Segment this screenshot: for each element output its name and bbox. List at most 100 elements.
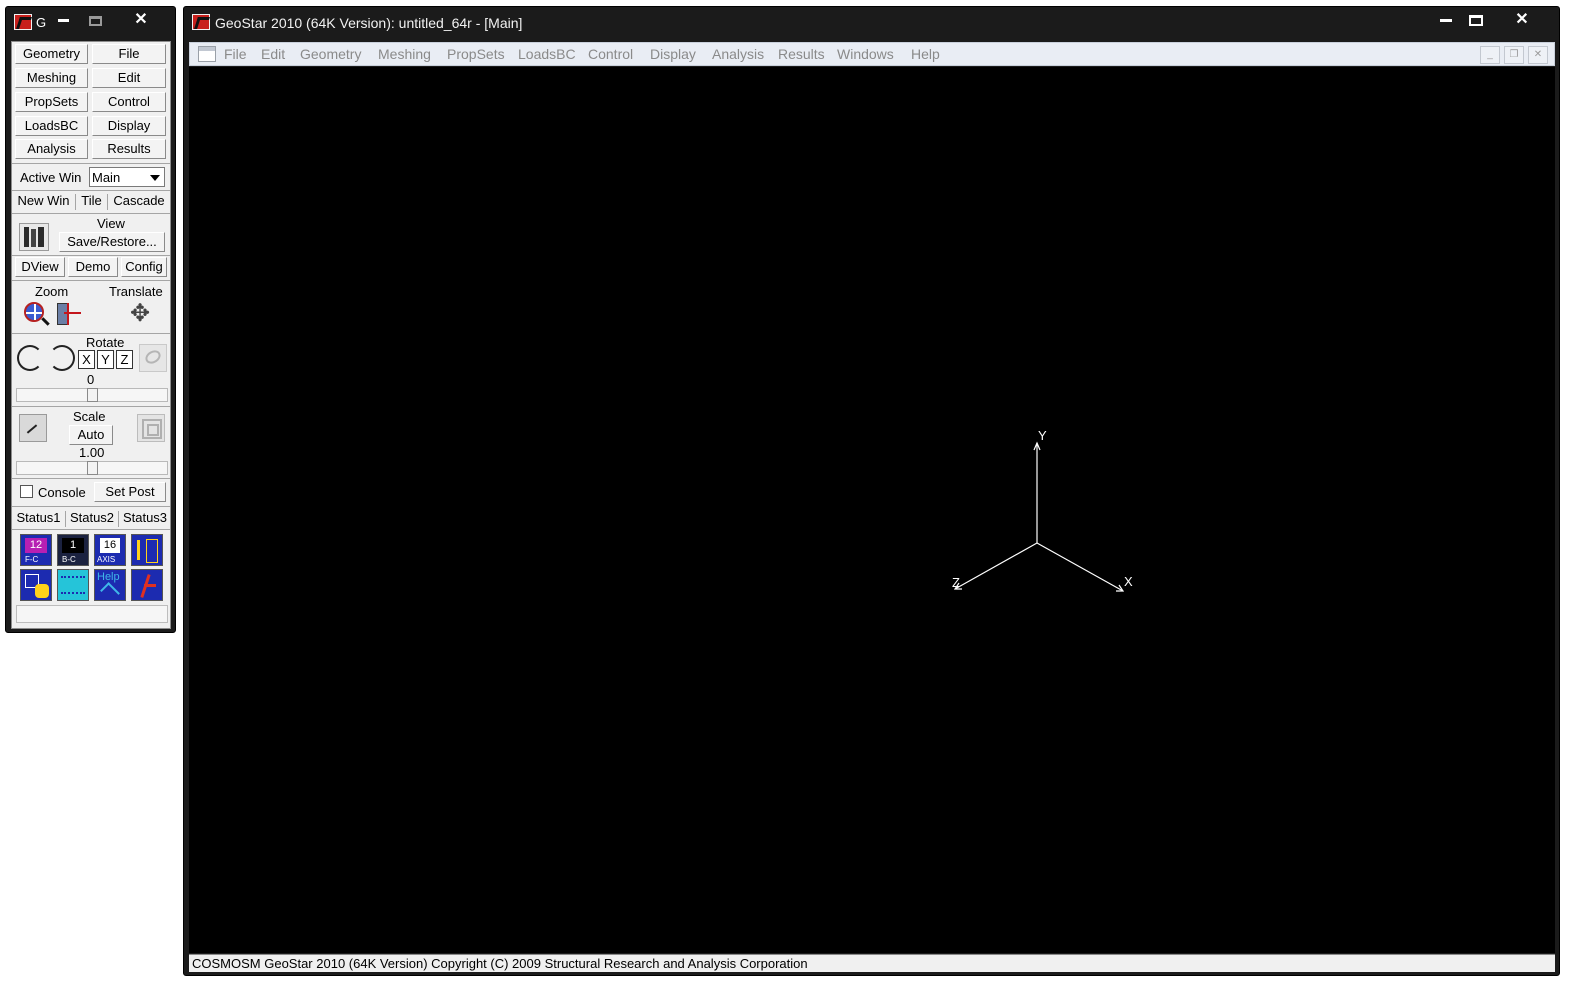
scale-down-icon[interactable] <box>137 414 165 442</box>
scale-up-icon[interactable] <box>19 414 47 442</box>
status1-button[interactable]: Status1 <box>13 509 64 529</box>
file-button[interactable]: File <box>92 44 166 64</box>
mdi-minimize-button[interactable]: _ <box>1480 46 1500 64</box>
menu-loadsbc[interactable]: LoadsBC <box>518 46 576 62</box>
axis-icon-label: 16 <box>100 538 120 553</box>
display-button[interactable]: Display <box>92 116 166 136</box>
menu-control[interactable]: Control <box>588 46 633 62</box>
set-post-button[interactable]: Set Post <box>94 482 166 502</box>
help-icon[interactable]: Help <box>94 569 126 602</box>
rotate-y-toggle[interactable]: Y <box>97 350 114 369</box>
divider <box>12 190 170 191</box>
mdi-close-button[interactable]: ✕ <box>1528 46 1548 64</box>
rotate-value: 0 <box>87 372 95 387</box>
restore-icon: ❐ <box>1509 49 1519 60</box>
minimize-button[interactable] <box>1434 9 1458 31</box>
geostar-icon[interactable] <box>131 569 163 601</box>
active-win-select[interactable]: Main <box>89 167 165 187</box>
translate-icon[interactable]: ✥ <box>125 300 155 328</box>
f-c-icon[interactable]: 12 F-C <box>20 534 52 566</box>
minimize-button[interactable] <box>52 9 74 31</box>
console-checkbox[interactable] <box>20 485 33 498</box>
tile-button[interactable]: Tile <box>76 192 107 212</box>
view-library-icon[interactable] <box>19 223 49 251</box>
menu-analysis[interactable]: Analysis <box>712 46 764 62</box>
toolbox-title: G <box>36 15 47 30</box>
menu-display[interactable]: Display <box>650 46 696 62</box>
rotate-ccw-icon[interactable] <box>17 345 43 371</box>
rotate-x-toggle[interactable]: X <box>78 350 95 369</box>
close-icon: ✕ <box>1533 49 1543 60</box>
scale-slider[interactable] <box>16 461 168 475</box>
rotate-slider-thumb[interactable] <box>87 388 98 402</box>
save-restore-button[interactable]: Save/Restore... <box>59 232 165 252</box>
f-c-icon-label: 12 <box>25 538 47 553</box>
rotate-z-toggle[interactable]: Z <box>116 350 133 369</box>
edit-entity-icon[interactable] <box>131 534 163 566</box>
geostar-app-icon[interactable] <box>14 14 32 30</box>
graphics-viewport[interactable]: Y X Z <box>189 67 1555 953</box>
b-c-icon[interactable]: 1 B-C <box>57 534 89 566</box>
scale-label: Scale <box>73 409 106 424</box>
menu-help[interactable]: Help <box>911 46 940 62</box>
analysis-button[interactable]: Analysis <box>15 139 88 159</box>
rotate-reset-icon[interactable] <box>139 344 167 372</box>
close-button[interactable]: ✕ <box>130 9 152 31</box>
meshing-button[interactable]: Meshing <box>15 68 88 88</box>
menu-geometry[interactable]: Geometry <box>300 46 361 62</box>
zoom-in-icon[interactable] <box>21 300 51 328</box>
maximize-button[interactable] <box>84 9 106 31</box>
repeat-icon[interactable] <box>57 569 89 601</box>
toolbox-message-field <box>16 605 168 623</box>
maximize-icon <box>1469 15 1483 27</box>
cascade-button[interactable]: Cascade <box>108 192 170 212</box>
divider <box>12 213 170 214</box>
view-label: View <box>97 216 125 231</box>
console-label: Console <box>38 485 86 500</box>
minimize-icon: _ <box>1487 49 1493 60</box>
config-button[interactable]: Config <box>121 257 167 277</box>
document-icon[interactable] <box>198 46 216 62</box>
divider <box>12 255 170 256</box>
status-text: COSMOSM GeoStar 2010 (64K Version) Copyr… <box>192 956 808 971</box>
rotate-cw-icon[interactable] <box>49 345 75 371</box>
zoom-window-icon[interactable] <box>55 300 83 328</box>
scale-auto-button[interactable]: Auto <box>69 425 113 445</box>
pick-hand-icon[interactable] <box>20 569 52 601</box>
scale-slider-thumb[interactable] <box>87 461 98 475</box>
menu-results[interactable]: Results <box>778 46 825 62</box>
axis-icon[interactable]: 16 AXIS <box>94 534 126 566</box>
status3-button[interactable]: Status3 <box>119 509 171 529</box>
propsets-button[interactable]: PropSets <box>15 92 88 112</box>
minimize-icon <box>1440 19 1452 23</box>
dview-button[interactable]: DView <box>15 257 65 277</box>
z-axis-line <box>954 542 1038 590</box>
main-titlebar[interactable]: GeoStar 2010 (64K Version): untitled_64r… <box>184 7 1559 37</box>
geostar-app-icon[interactable] <box>192 14 210 30</box>
menu-propsets[interactable]: PropSets <box>447 46 505 62</box>
status2-button[interactable]: Status2 <box>66 509 118 529</box>
maximize-button[interactable] <box>1464 9 1488 31</box>
toolbox-titlebar[interactable]: G ✕ <box>6 7 175 37</box>
new-win-button[interactable]: New Win <box>13 192 74 212</box>
active-win-value: Main <box>92 170 121 185</box>
menu-file[interactable]: File <box>224 46 247 62</box>
main-window: GeoStar 2010 (64K Version): untitled_64r… <box>183 6 1560 976</box>
close-button[interactable]: ✕ <box>1510 9 1534 31</box>
rotate-slider[interactable] <box>16 388 168 402</box>
loadsbc-button[interactable]: LoadsBC <box>15 116 88 136</box>
mdi-restore-button[interactable]: ❐ <box>1504 46 1524 64</box>
menu-edit[interactable]: Edit <box>261 46 285 62</box>
b-c-icon-label: 1 <box>62 538 84 553</box>
demo-button[interactable]: Demo <box>68 257 118 277</box>
results-button[interactable]: Results <box>92 139 166 159</box>
divider <box>12 529 170 530</box>
edit-button[interactable]: Edit <box>92 68 166 88</box>
divider <box>12 163 170 164</box>
x-axis-line <box>1036 542 1124 592</box>
menu-windows[interactable]: Windows <box>837 46 894 62</box>
main-window-title: GeoStar 2010 (64K Version): untitled_64r… <box>215 15 523 31</box>
menu-meshing[interactable]: Meshing <box>378 46 431 62</box>
geometry-button[interactable]: Geometry <box>15 44 88 64</box>
control-button[interactable]: Control <box>92 92 166 112</box>
